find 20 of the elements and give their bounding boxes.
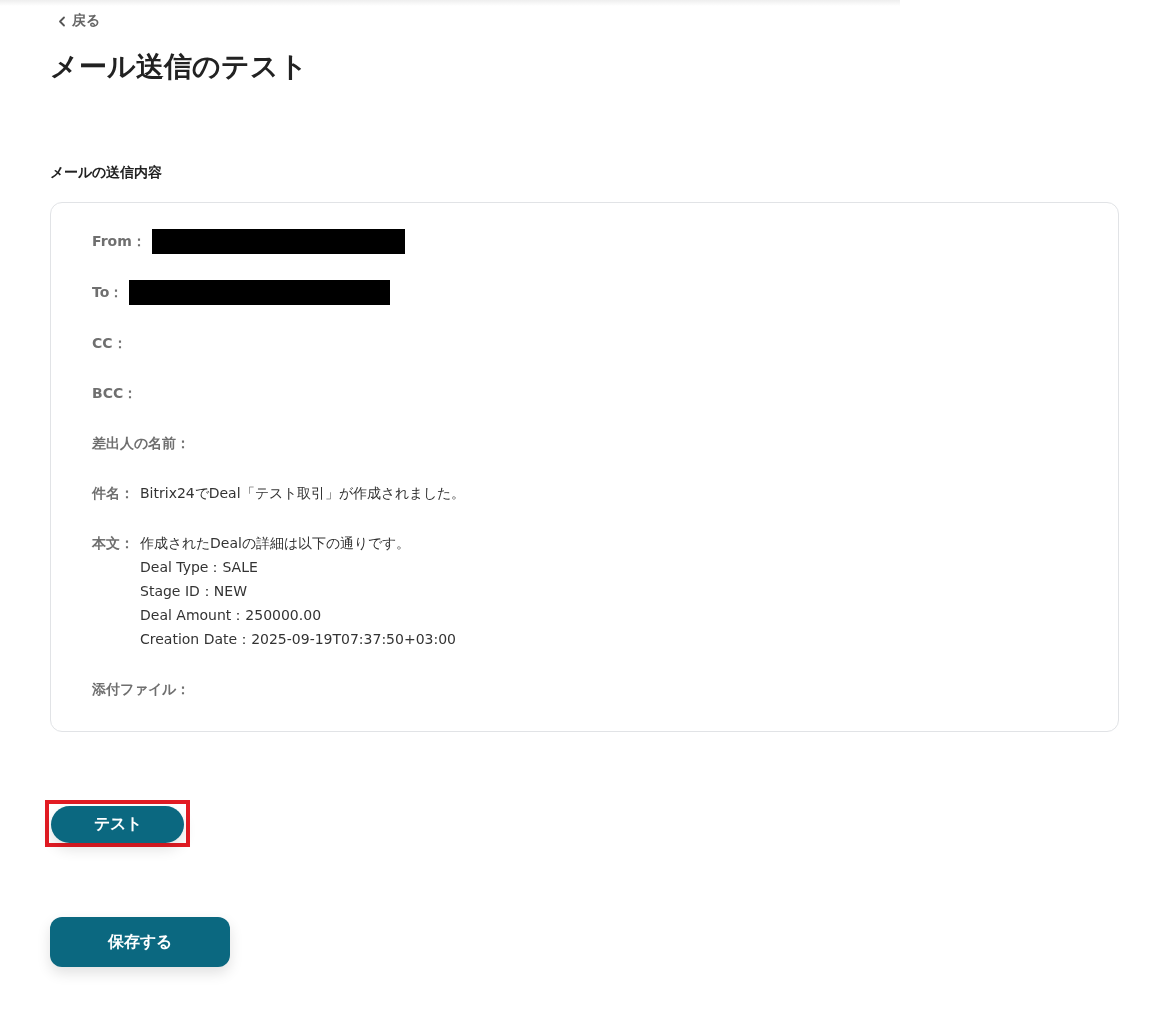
field-label: 本文：	[92, 534, 134, 553]
back-link[interactable]: 戻る	[58, 12, 100, 30]
field-value: Stage ID：NEW	[140, 582, 248, 601]
test-button[interactable]: テスト	[51, 806, 184, 843]
field-value: Deal Amount：250000.00	[140, 606, 323, 625]
field-value: Creation Date：2025-09-19T07:37:50+03:00	[140, 630, 456, 649]
chevron-left-icon	[58, 15, 66, 27]
field-label: 件名：	[92, 484, 134, 503]
field-value: Deal Type：SALE	[140, 558, 259, 577]
save-button[interactable]: 保存する	[50, 917, 230, 967]
section-label: メールの送信内容	[50, 164, 162, 182]
field-label: 添付ファイル：	[92, 680, 190, 699]
field-value: Bitrix24でDeal「テスト取引」が作成されました。	[140, 484, 465, 503]
field-label: CC：	[92, 334, 127, 353]
field-label: To：	[92, 283, 124, 302]
field-label: BCC：	[92, 384, 138, 403]
page-title: メール送信のテスト	[50, 49, 308, 85]
field-label: From：	[92, 232, 146, 251]
field-label: 差出人の名前：	[92, 434, 190, 453]
field-value: 作成されたDealの詳細は以下の通りです。	[140, 534, 411, 553]
